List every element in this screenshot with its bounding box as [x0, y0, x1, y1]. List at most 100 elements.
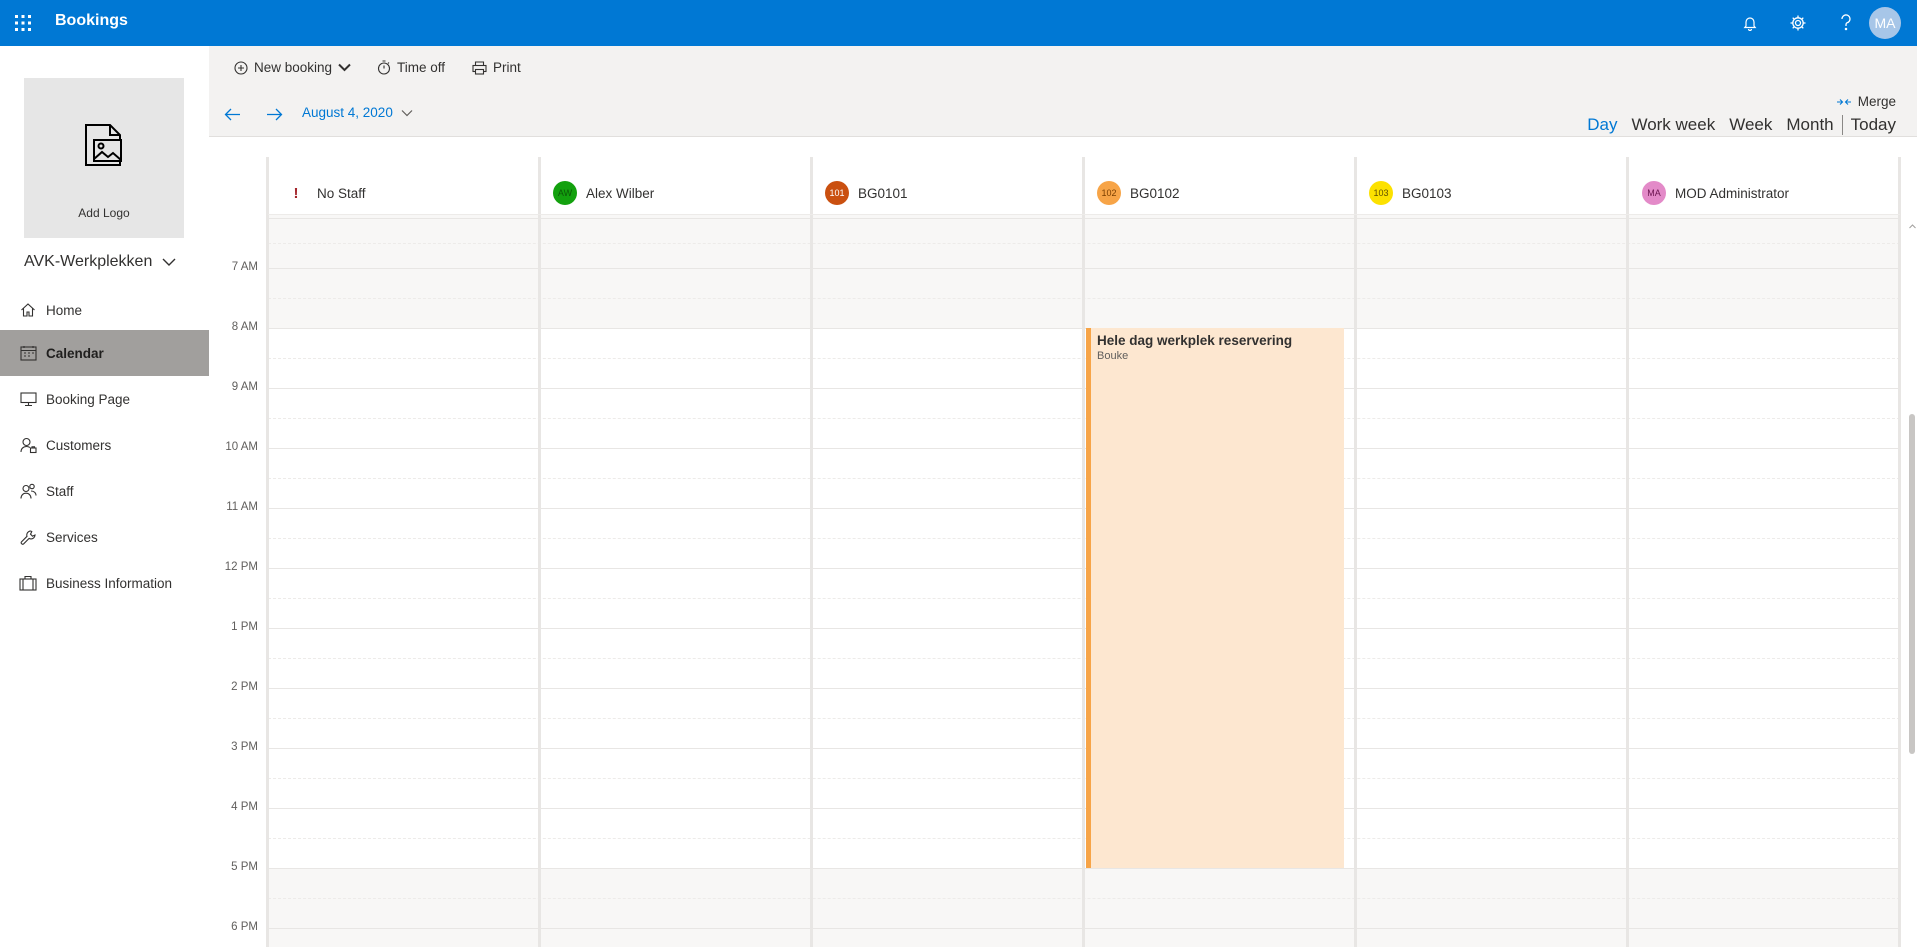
wrench-icon: [18, 527, 38, 547]
staff-column-header[interactable]: 101 BG0101: [825, 171, 908, 215]
time-label: 7 AM: [231, 261, 258, 273]
sidebar-item-label: Services: [46, 529, 98, 545]
monitor-icon: [18, 389, 38, 409]
previous-arrow-icon[interactable]: [221, 103, 243, 125]
column-divider: [810, 157, 813, 947]
sidebar-item-home[interactable]: Home: [0, 287, 209, 333]
staff-column-header[interactable]: MA MOD Administrator: [1642, 171, 1789, 215]
sidebar-item-label: Business Information: [46, 575, 173, 591]
calendar-grid: ! No Staff AW Alex Wilber 101 BG0101 102…: [209, 137, 1908, 947]
column-divider: [538, 157, 541, 947]
print-button[interactable]: Print: [472, 60, 521, 75]
time-label: 10 AM: [225, 441, 258, 453]
sidebar-item-calendar[interactable]: Calendar: [0, 330, 209, 376]
column-divider: [1626, 157, 1629, 947]
today-button[interactable]: Today: [1851, 115, 1896, 135]
chevron-down-icon: [162, 258, 176, 267]
sidebar-item-services[interactable]: Services: [0, 514, 209, 560]
chevron-down-icon: [401, 109, 413, 117]
add-logo-button[interactable]: Add Logo: [24, 78, 184, 238]
merge-button[interactable]: Merge: [1836, 94, 1896, 109]
scrollbar-thumb[interactable]: [1909, 414, 1915, 754]
staff-column-header[interactable]: 103 BG0103: [1369, 171, 1452, 215]
help-icon[interactable]: [1834, 11, 1858, 35]
staff-avatar: 101: [825, 181, 849, 205]
app-title[interactable]: Bookings: [55, 12, 128, 30]
view-week[interactable]: Week: [1729, 115, 1772, 135]
staff-avatar: 103: [1369, 181, 1393, 205]
timer-icon: [377, 60, 391, 75]
staff-name: BG0101: [858, 185, 908, 201]
column-divider: [266, 157, 269, 947]
view-work-week[interactable]: Work week: [1631, 115, 1715, 135]
calendar-icon: [18, 343, 38, 363]
customers-icon: [18, 435, 38, 455]
column-divider: [1082, 157, 1085, 947]
column-divider: [1354, 157, 1357, 947]
event-customer: Bouke: [1097, 350, 1129, 362]
top-bar: Bookings MA: [0, 0, 1917, 46]
current-date: August 4, 2020: [302, 105, 393, 120]
view-day[interactable]: Day: [1587, 115, 1617, 135]
sidebar-item-label: Booking Page: [46, 391, 131, 407]
time-label: 12 PM: [224, 561, 258, 573]
time-label: 1 PM: [231, 621, 258, 633]
print-label: Print: [493, 60, 521, 75]
sidebar-item-booking-page[interactable]: Booking Page: [0, 376, 209, 422]
new-booking-label: New booking: [254, 60, 333, 75]
time-label: 5 PM: [231, 861, 258, 873]
bell-icon[interactable]: [1738, 11, 1762, 35]
time-off-button[interactable]: Time off: [377, 60, 445, 75]
staff-name: BG0102: [1130, 185, 1180, 201]
add-icon: [234, 60, 248, 75]
staff-name: BG0103: [1402, 185, 1452, 201]
staff-column-header[interactable]: 102 BG0102: [1097, 171, 1180, 215]
time-label: 9 AM: [231, 381, 258, 393]
staff-column-header[interactable]: ! No Staff: [284, 171, 366, 215]
time-label: 2 PM: [231, 681, 258, 693]
time-label: 4 PM: [231, 801, 258, 813]
staff-icon: [18, 481, 38, 501]
image-icon: [84, 124, 124, 166]
business-selector[interactable]: AVK-Werkplekken: [24, 253, 176, 271]
merge-label: Merge: [1857, 94, 1896, 109]
view-switcher: Day Work week Week Month Today: [1587, 115, 1896, 135]
home-icon: [18, 300, 38, 320]
sidebar: Add Logo AVK-Werkplekken Home Calendar B…: [0, 46, 209, 947]
time-off-label: Time off: [397, 60, 446, 75]
sidebar-item-business-information[interactable]: Business Information: [0, 560, 209, 606]
date-navigation-bar: August 4, 2020 Merge Day Work week Week …: [209, 91, 1917, 137]
command-bar: New booking Time off Print: [209, 46, 1917, 91]
new-booking-button[interactable]: New booking: [234, 60, 351, 75]
chevron-down-icon: [338, 63, 351, 72]
sidebar-item-label: Calendar: [46, 345, 104, 361]
sidebar-item-customers[interactable]: Customers: [0, 422, 209, 468]
sidebar-item-staff[interactable]: Staff: [0, 468, 209, 514]
sidebar-item-label: Customers: [46, 437, 112, 453]
event-title: Hele dag werkplek reservering: [1097, 333, 1293, 348]
staff-name: Alex Wilber: [586, 185, 655, 201]
booking-event[interactable]: Hele dag werkplek reservering Bouke: [1086, 328, 1344, 868]
view-month[interactable]: Month: [1786, 115, 1843, 135]
add-logo-label: Add Logo: [78, 206, 130, 220]
staff-column-header[interactable]: AW Alex Wilber: [553, 171, 654, 215]
staff-avatar: 102: [1097, 181, 1121, 205]
next-arrow-icon[interactable]: [263, 103, 285, 125]
staff-avatar: AW: [553, 181, 577, 205]
date-picker[interactable]: August 4, 2020: [302, 105, 413, 120]
staff-name: No Staff: [317, 185, 366, 201]
merge-icon: [1836, 98, 1852, 106]
time-label: 8 AM: [231, 321, 258, 333]
header-divider: [268, 214, 1900, 215]
time-label: 3 PM: [231, 741, 258, 753]
briefcase-icon: [18, 573, 38, 593]
time-label: 6 PM: [231, 921, 258, 933]
sidebar-item-label: Home: [46, 302, 83, 318]
exclamation-icon: !: [293, 184, 299, 202]
user-avatar[interactable]: MA: [1869, 7, 1901, 39]
gear-icon[interactable]: [1786, 11, 1810, 35]
scroll-up-icon[interactable]: [1908, 222, 1917, 230]
business-name: AVK-Werkplekken: [24, 253, 153, 270]
app-launcher-icon[interactable]: [14, 14, 32, 32]
time-label: 11 AM: [226, 501, 258, 513]
